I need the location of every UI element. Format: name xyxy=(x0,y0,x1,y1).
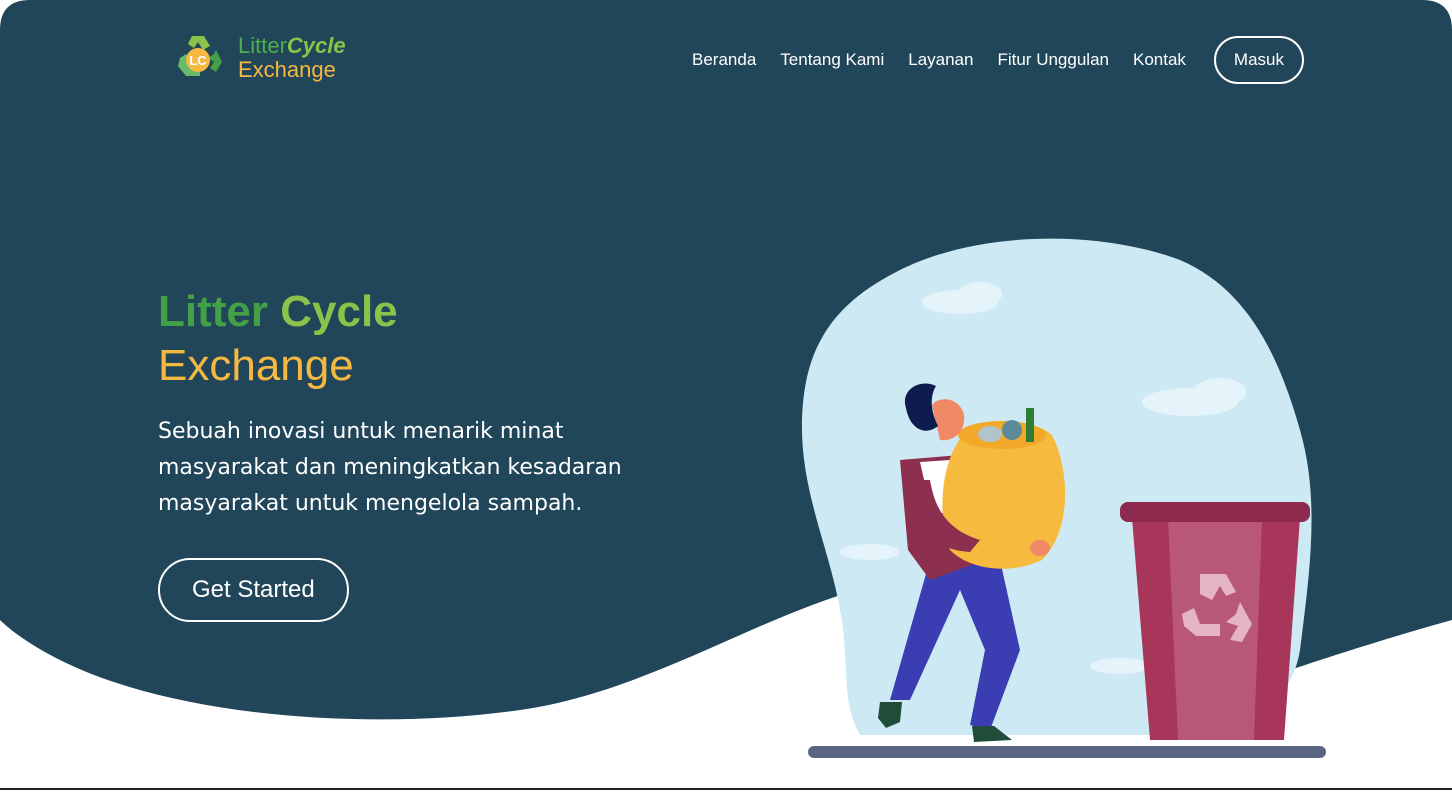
ground-line xyxy=(808,746,1326,758)
nav-item-fitur-unggulan[interactable]: Fitur Unggulan xyxy=(997,50,1109,70)
login-button[interactable]: Masuk xyxy=(1213,36,1304,84)
hero-title: Litter Cycle Exchange xyxy=(158,285,398,393)
nav-item-tentang-kami[interactable]: Tentang Kami xyxy=(780,50,884,70)
bottom-border xyxy=(0,788,1452,790)
brand-logo[interactable]: LC LitterCycle Exchange xyxy=(170,28,346,88)
nav-item-layanan[interactable]: Layanan xyxy=(908,50,973,70)
brand-name-part1: Litter xyxy=(238,33,287,58)
hero-title-word2: Cycle xyxy=(280,287,398,336)
brand-name-line1: LitterCycle xyxy=(238,34,346,58)
main-nav: Beranda Tentang Kami Layanan Fitur Unggu… xyxy=(692,36,1304,84)
hero-title-word1: Litter xyxy=(158,287,268,336)
hero-description: Sebuah inovasi untuk menarik minat masya… xyxy=(158,419,622,516)
nav-item-beranda[interactable]: Beranda xyxy=(692,50,756,70)
recycle-logo-icon: LC xyxy=(170,28,230,88)
hero-illustration xyxy=(801,238,1326,758)
brand-name: LitterCycle Exchange xyxy=(238,34,346,82)
recycle-bin xyxy=(1120,502,1310,740)
logo-monogram: LC xyxy=(189,53,207,68)
landing-page: LC LitterCycle Exchange Beranda Tentang … xyxy=(0,0,1452,792)
get-started-button[interactable]: Get Started xyxy=(158,558,349,622)
brand-name-line2: Exchange xyxy=(238,57,336,82)
brand-name-part2: Cycle xyxy=(286,33,346,58)
nav-item-kontak[interactable]: Kontak xyxy=(1133,50,1186,70)
hero-title-line2: Exchange xyxy=(158,341,354,390)
